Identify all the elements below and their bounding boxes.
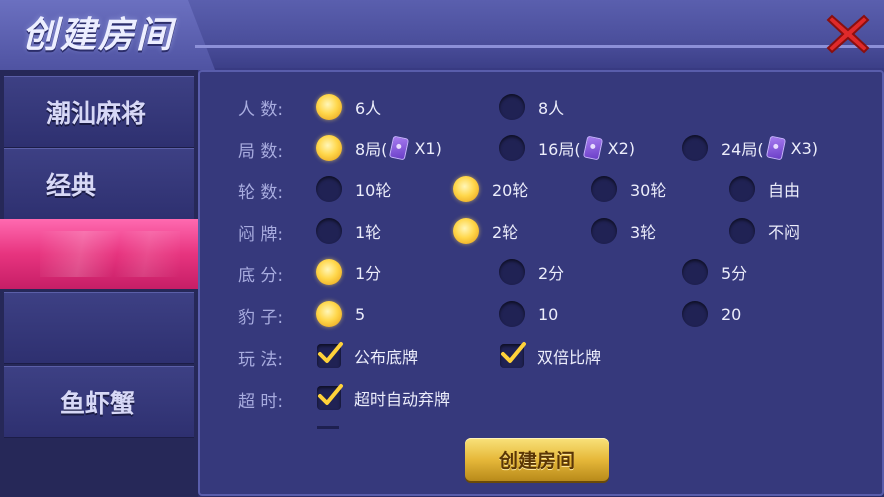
blind-option-3[interactable]: 3轮 — [591, 218, 656, 244]
rounds-option-24[interactable]: 24局( X3) — [682, 135, 818, 161]
sidebar-item-label: 潮汕麻将 — [46, 99, 147, 128]
sidebar-item-fish-shrimp-crab[interactable]: 鱼虾蟹 — [4, 366, 194, 438]
create-room-screen: 创建房间 潮汕麻将 经典 鱼虾蟹 人 数: 6人 8人 局 数: 8局(X1)… — [0, 0, 884, 497]
radio-unselected — [682, 301, 708, 327]
room-card-icon — [765, 135, 786, 161]
rules-label: 玩 法: — [238, 350, 284, 370]
turns-option-10[interactable]: 10轮 — [316, 176, 391, 202]
base-option-2[interactable]: 2分 — [499, 259, 564, 285]
blind-option-none[interactable]: 不闷 — [729, 218, 800, 244]
blind-option-2[interactable]: 2轮 — [453, 218, 518, 244]
rule-double-compare[interactable]: 双倍比牌 — [500, 342, 601, 369]
leopard-option-5[interactable]: 5 — [316, 301, 365, 327]
timeout-auto-fold[interactable]: 超时自动弃牌 — [317, 384, 450, 411]
players-option-6[interactable]: 6人 — [316, 94, 381, 120]
sidebar-item-label: 鱼虾蟹 — [60, 389, 136, 418]
next-row-peek — [317, 426, 339, 429]
base-score-label: 底 分: — [238, 266, 284, 286]
radio-selected — [453, 218, 479, 244]
header-divider — [195, 45, 884, 48]
rounds-option-16[interactable]: 16局( X2) — [499, 135, 635, 161]
close-button[interactable] — [822, 8, 874, 60]
radio-unselected — [499, 135, 525, 161]
checkbox-checked — [317, 342, 343, 368]
timeout-label: 超 时: — [238, 392, 284, 412]
radio-unselected — [729, 218, 755, 244]
radio-unselected — [499, 259, 525, 285]
blind-option-1[interactable]: 1轮 — [316, 218, 381, 244]
radio-unselected — [682, 259, 708, 285]
base-option-5[interactable]: 5分 — [682, 259, 747, 285]
leopard-option-20[interactable]: 20 — [682, 301, 741, 327]
radio-selected — [316, 135, 342, 161]
radio-unselected — [591, 218, 617, 244]
checkmark-icon — [501, 342, 526, 363]
create-room-button[interactable]: 创建房间 — [465, 438, 609, 481]
checkmark-icon — [318, 342, 343, 363]
radio-selected — [316, 259, 342, 285]
base-option-1[interactable]: 1分 — [316, 259, 381, 285]
turns-option-30[interactable]: 30轮 — [591, 176, 666, 202]
checkbox-checked — [500, 342, 526, 368]
radio-selected — [316, 301, 342, 327]
leopard-label: 豹 子: — [238, 308, 284, 328]
radio-unselected — [591, 176, 617, 202]
create-room-button-label: 创建房间 — [498, 450, 575, 472]
players-label: 人 数: — [238, 100, 284, 120]
sidebar-item-blank[interactable] — [4, 292, 194, 364]
rounds-option-8[interactable]: 8局( X1) — [316, 135, 442, 161]
turns-option-20[interactable]: 20轮 — [453, 176, 528, 202]
sidebar-item-classic[interactable]: 经典 — [4, 148, 194, 220]
sidebar-item-label: 经典 — [46, 171, 97, 200]
rounds-label: 局 数: — [238, 142, 284, 162]
sidebar-item-chaoshan-mahjong[interactable]: 潮汕麻将 — [4, 76, 194, 148]
turns-option-free[interactable]: 自由 — [729, 176, 800, 202]
radio-unselected — [316, 218, 342, 244]
radio-selected — [316, 94, 342, 120]
sidebar-item-active[interactable] — [0, 219, 220, 289]
players-option-8[interactable]: 8人 — [499, 94, 564, 120]
close-x-icon — [826, 14, 870, 54]
radio-unselected — [316, 176, 342, 202]
active-tab-highlight — [40, 231, 180, 277]
checkbox-checked — [317, 384, 343, 410]
radio-unselected — [499, 94, 525, 120]
room-card-icon — [582, 135, 603, 161]
leopard-option-10[interactable]: 10 — [499, 301, 558, 327]
turns-label: 轮 数: — [238, 183, 284, 203]
radio-selected — [453, 176, 479, 202]
page-title: 创建房间 — [22, 15, 175, 56]
radio-unselected — [499, 301, 525, 327]
checkmark-icon — [318, 384, 343, 405]
room-card-icon — [389, 135, 410, 161]
blind-label: 闷 牌: — [238, 225, 284, 245]
rule-show-bottom-cards[interactable]: 公布底牌 — [317, 342, 418, 369]
radio-unselected — [729, 176, 755, 202]
radio-unselected — [682, 135, 708, 161]
